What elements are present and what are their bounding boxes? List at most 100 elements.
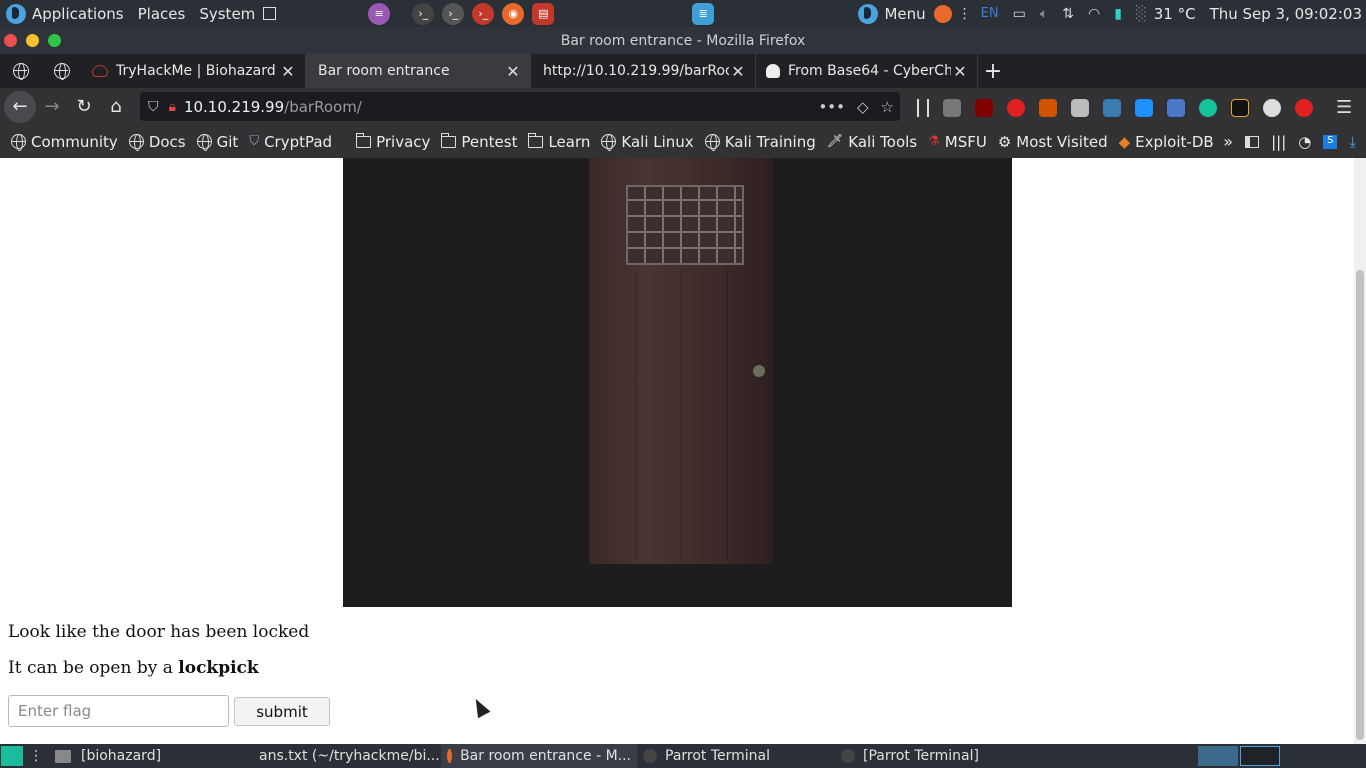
bookmark-most-visited[interactable]: ⚙︎ Most Visited xyxy=(998,133,1108,151)
sidebar-icon[interactable] xyxy=(1245,135,1260,148)
red-extension-icon[interactable] xyxy=(1295,98,1313,117)
fox-extension-icon[interactable] xyxy=(1039,98,1057,117)
ublock-origin-icon[interactable] xyxy=(975,98,993,117)
forward-button[interactable]: → xyxy=(36,91,68,123)
grammarly-icon[interactable] xyxy=(1199,98,1217,117)
reload-button[interactable]: ↻ xyxy=(68,91,100,123)
places-menu[interactable]: Places xyxy=(134,0,190,27)
screenshot-icon[interactable] xyxy=(263,7,277,20)
network-transfer-icon[interactable]: ⇅ xyxy=(1062,6,1074,22)
cookie-icon[interactable]: ◔ xyxy=(1298,133,1311,151)
back-button[interactable]: ← xyxy=(4,90,36,123)
close-tab-icon[interactable]: ✕ xyxy=(504,62,522,81)
close-tab-icon[interactable]: ✕ xyxy=(951,62,969,81)
tab-bar-room-entrance[interactable]: Bar room entrance ✕ xyxy=(306,54,531,88)
terminal-extension-icon[interactable] xyxy=(1231,98,1249,117)
cookie-extension-icon[interactable] xyxy=(943,98,961,117)
bookmark-msfu[interactable]: ⚗︎ MSFU xyxy=(928,133,987,151)
grid-extension-icon[interactable] xyxy=(1071,98,1089,117)
hexagon-extension-icon[interactable] xyxy=(1135,98,1153,117)
wifi-icon[interactable]: ◠ xyxy=(1088,6,1100,22)
home-button[interactable]: ⌂ xyxy=(100,91,132,123)
maximize-window-button[interactable] xyxy=(48,34,61,47)
root-terminal-launcher-icon[interactable]: ›_ xyxy=(442,2,465,25)
ghost-extension-icon[interactable] xyxy=(1263,98,1281,117)
notes-launcher-icon[interactable]: ≣ xyxy=(692,2,715,25)
temperature[interactable]: 31 °C xyxy=(1154,5,1196,23)
insecure-lock-icon[interactable]: 🔒︎ xyxy=(169,99,176,115)
bookmark-label: Kali Training xyxy=(724,132,816,151)
app-launcher-red-icon[interactable]: ▤ xyxy=(532,2,555,25)
volume-icon[interactable]: 🔈︎ xyxy=(1040,6,1048,22)
battery-icon[interactable]: ▮ xyxy=(1114,6,1122,22)
show-desktop-icon[interactable] xyxy=(1,746,23,766)
bookmark-kali-linux[interactable]: Kali Linux xyxy=(601,133,694,151)
close-tab-icon[interactable]: ✕ xyxy=(279,62,297,81)
stop-hand-extension-icon[interactable] xyxy=(1007,98,1025,117)
more-bookmarks-chevron-icon[interactable]: » xyxy=(1223,132,1233,151)
firefox-tray-icon[interactable] xyxy=(933,4,952,23)
s-extension-icon[interactable]: S xyxy=(1323,134,1338,149)
taskbar-parrot-terminal[interactable]: Parrot Terminal xyxy=(637,744,835,768)
keyboard-layout[interactable]: EN xyxy=(981,6,999,21)
bookmark-folder-pentest[interactable]: Pentest xyxy=(441,132,517,151)
workspace-1-firefox-icon[interactable] xyxy=(1198,746,1238,766)
more-vertical-icon[interactable]: ⋮ xyxy=(958,6,972,22)
system-top-panel: Applications Places System ≡ ›_ ›_ ›_ ◉ … xyxy=(0,0,1366,27)
workspace-switcher-icon[interactable]: ⋮ xyxy=(29,748,43,764)
taskbar-biohazard-folder[interactable]: [biohazard] xyxy=(49,744,245,768)
container-tab-icon[interactable] xyxy=(0,54,42,88)
red-terminal-launcher-icon[interactable]: ›_ xyxy=(472,2,495,25)
bookmark-exploit-db[interactable]: ◆ Exploit-DB xyxy=(1119,133,1214,151)
submit-button[interactable]: submit xyxy=(234,697,330,726)
bookmark-kali-tools[interactable]: 🗡︎ Kali Tools xyxy=(827,133,917,151)
library-columns-icon[interactable]: ||| xyxy=(1271,133,1286,151)
taskbar-parrot-terminal-2[interactable]: [Parrot Terminal] xyxy=(835,744,1033,768)
page-scrollbar[interactable] xyxy=(1354,158,1366,744)
tab-tryhackme[interactable]: TryHackMe | Biohazard ✕ xyxy=(82,54,306,88)
close-window-button[interactable] xyxy=(4,34,17,47)
people-extension-icon[interactable] xyxy=(1103,98,1121,117)
bookmark-label: Git xyxy=(216,132,239,151)
tab-barroom-url[interactable]: http://10.10.219.99/barRoom ✕ xyxy=(531,54,756,88)
workspace-2-terminal-icon[interactable] xyxy=(1240,746,1280,766)
bookmark-git[interactable]: Git xyxy=(196,132,239,151)
bookmark-label: Exploit-DB xyxy=(1135,132,1214,151)
display-icon[interactable]: ▭ xyxy=(1013,6,1026,22)
translate-extension-icon[interactable] xyxy=(1167,98,1185,117)
text-editor-launcher-icon[interactable]: ≡ xyxy=(368,2,391,25)
bookmark-kali-training[interactable]: Kali Training xyxy=(704,132,816,151)
parrot-menu[interactable]: Menu xyxy=(854,0,929,27)
clock[interactable]: Thu Sep 3, 09:02:03 xyxy=(1210,5,1362,23)
url-text[interactable]: 10.10.219.99/barRoom/ xyxy=(184,98,362,116)
new-tab-button[interactable]: + xyxy=(978,54,1008,88)
tab-cyberchef[interactable]: From Base64 - CyberChef ✕ xyxy=(756,54,978,88)
bookmark-star-icon[interactable]: ☆ xyxy=(881,98,894,116)
hamburger-menu-icon[interactable]: ☰ xyxy=(1336,97,1352,118)
terminal-launcher-icon[interactable]: ›_ xyxy=(412,2,435,25)
scrollbar-thumb[interactable] xyxy=(1356,270,1364,740)
bookmark-folder-privacy[interactable]: Privacy xyxy=(356,132,430,151)
library-icon[interactable] xyxy=(917,98,929,117)
taskbar-ans-txt[interactable]: ans.txt (~/tryhackme/bi... xyxy=(245,744,441,768)
weather-icon[interactable]: ░ xyxy=(1136,6,1147,22)
container-tab-icon-2[interactable] xyxy=(42,54,82,88)
url-bar[interactable]: ⛉ 🔒︎ 10.10.219.99/barRoom/ ••• ◇ ☆ xyxy=(140,92,900,121)
bookmark-cryptpad[interactable]: ⛉ CryptPad xyxy=(249,133,332,151)
terminal-icon xyxy=(841,749,855,763)
flag-input[interactable] xyxy=(8,695,229,727)
bookmark-community[interactable]: Community xyxy=(11,133,118,151)
page-actions-icon[interactable]: ••• xyxy=(818,98,845,116)
minimize-window-button[interactable] xyxy=(26,34,39,47)
taskbar-firefox[interactable]: Bar room entrance - M... xyxy=(441,744,637,768)
bookmark-docs[interactable]: Docs xyxy=(128,133,186,151)
system-menu[interactable]: System xyxy=(195,0,280,27)
bookmark-label: Community xyxy=(31,132,118,151)
bookmark-folder-learn[interactable]: Learn xyxy=(528,132,590,151)
firefox-launcher-icon[interactable]: ◉ xyxy=(502,2,525,25)
download-icon[interactable]: ⤓ xyxy=(1349,133,1356,151)
pocket-icon[interactable]: ◇ xyxy=(857,98,869,116)
close-tab-icon[interactable]: ✕ xyxy=(729,62,747,81)
applications-menu[interactable]: Applications xyxy=(0,0,128,27)
shield-icon[interactable]: ⛉ xyxy=(148,99,159,115)
